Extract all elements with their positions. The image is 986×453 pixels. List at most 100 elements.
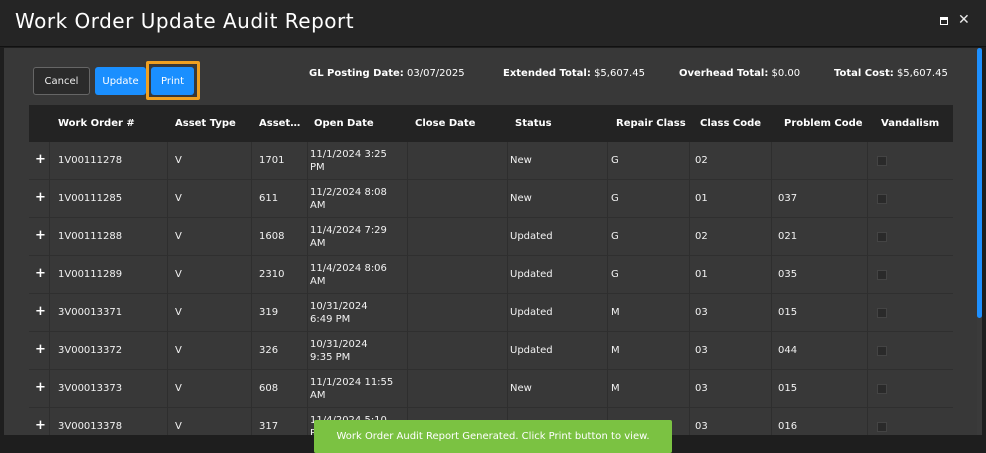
table-row[interactable]: +1V00111278 V 1701 New G 02 11/1/2024 3:25 PM [29, 142, 953, 180]
expand-row-icon[interactable]: + [35, 304, 46, 319]
column-divider [49, 142, 50, 180]
class-code-cell: 02 [695, 231, 708, 242]
column-divider [407, 142, 408, 180]
column-divider [507, 218, 508, 256]
vandalism-checkbox[interactable] [877, 194, 887, 204]
column-divider [307, 256, 308, 294]
column-divider [867, 218, 868, 256]
column-divider [251, 332, 252, 370]
table-row[interactable]: +3V00013372 V 326 Updated M 03 044 10/31/2024 9:… [29, 332, 953, 370]
column-divider [251, 370, 252, 408]
column-divider [689, 408, 690, 435]
status-cell: Updated [510, 307, 553, 318]
class-code-cell: 02 [695, 155, 708, 166]
column-divider [607, 294, 608, 332]
problem-code-cell: 015 [778, 307, 798, 318]
column-divider [689, 294, 690, 332]
asset-type-cell: V [175, 155, 182, 166]
column-divider [407, 180, 408, 218]
vandalism-checkbox[interactable] [877, 384, 887, 394]
total-cost-label: Total Cost: [834, 68, 894, 79]
repair-class-cell: G [611, 193, 619, 204]
class-code-cell: 03 [695, 421, 708, 432]
expand-row-icon[interactable]: + [35, 190, 46, 205]
column-divider [407, 294, 408, 332]
col-header-status[interactable]: Status [515, 118, 552, 129]
extended-total: Extended Total: $5,607.45 [503, 68, 645, 79]
print-button[interactable]: Print [151, 67, 194, 95]
column-divider [167, 370, 168, 408]
column-divider [307, 180, 308, 218]
toast-notification: Work Order Audit Report Generated. Click… [314, 420, 672, 453]
problem-code-cell: 016 [778, 421, 798, 432]
column-divider [771, 370, 772, 408]
column-divider [771, 332, 772, 370]
column-divider [251, 408, 252, 435]
table-row[interactable]: +1V00111285 V 611 New G 01 037 11/2/2024 8:08 AM [29, 180, 953, 218]
col-header-open-date[interactable]: Open Date [314, 118, 374, 129]
update-button[interactable]: Update [95, 67, 146, 95]
asset-type-cell: V [175, 231, 182, 242]
asset-cell: 611 [259, 193, 279, 204]
col-header-class-code[interactable]: Class Code [700, 118, 761, 129]
status-cell: Updated [510, 345, 553, 356]
column-divider [251, 294, 252, 332]
scrollbar-thumb[interactable] [977, 48, 982, 318]
col-header-repair-class[interactable]: Repair Class [616, 118, 686, 129]
vandalism-checkbox[interactable] [877, 270, 887, 280]
asset-cell: 1701 [259, 155, 285, 166]
maximize-icon[interactable] [940, 17, 948, 25]
open-date-cell: 10/31/2024 [310, 339, 368, 350]
class-code-cell: 03 [695, 345, 708, 356]
extended-total-value: $5,607.45 [594, 68, 645, 79]
open-date-cell: 10/31/2024 [310, 301, 368, 312]
col-header-asset[interactable]: Asset… [259, 118, 300, 129]
vandalism-checkbox[interactable] [877, 156, 887, 166]
column-divider [867, 332, 868, 370]
column-divider [307, 294, 308, 332]
table-row[interactable]: +3V00013373 V 608 New M 03 015 11/1/2024 11:55 A… [29, 370, 953, 408]
col-header-vandalism[interactable]: Vandalism [881, 118, 939, 129]
repair-class-cell: M [611, 383, 620, 394]
col-header-work-order[interactable]: Work Order # [58, 118, 135, 129]
audit-report-dialog: Work Order Update Audit Report ✕ Cancel … [0, 0, 986, 453]
problem-code-cell: 037 [778, 193, 798, 204]
vandalism-checkbox[interactable] [877, 422, 887, 432]
col-header-problem-code[interactable]: Problem Code [784, 118, 863, 129]
expand-row-icon[interactable]: + [35, 342, 46, 357]
table-row[interactable]: +3V00013371 V 319 Updated M 03 015 10/31/2024 6:… [29, 294, 953, 332]
overhead-total-value: $0.00 [771, 68, 801, 79]
asset-cell: 608 [259, 383, 279, 394]
overhead-total-label: Overhead Total: [679, 68, 769, 79]
column-divider [167, 294, 168, 332]
total-cost: Total Cost: $5,607.45 [834, 68, 948, 79]
work-order-cell: 3V00013378 [58, 421, 123, 432]
problem-code-cell: 035 [778, 269, 798, 280]
expand-row-icon[interactable]: + [35, 418, 46, 433]
status-cell: Updated [510, 231, 553, 242]
close-icon[interactable]: ✕ [958, 12, 970, 28]
open-time-cell: AM [310, 276, 326, 287]
expand-row-icon[interactable]: + [35, 266, 46, 281]
cancel-button[interactable]: Cancel [33, 67, 90, 95]
vandalism-checkbox[interactable] [877, 232, 887, 242]
col-header-close-date[interactable]: Close Date [415, 118, 475, 129]
col-header-asset-type[interactable]: Asset Type [175, 118, 236, 129]
vandalism-checkbox[interactable] [877, 308, 887, 318]
table-row[interactable]: +1V00111288 V 1608 Updated G 02 021 11/4/2024 7… [29, 218, 953, 256]
column-divider [407, 370, 408, 408]
vandalism-checkbox[interactable] [877, 346, 887, 356]
expand-row-icon[interactable]: + [35, 380, 46, 395]
column-divider [167, 218, 168, 256]
repair-class-cell: G [611, 155, 619, 166]
column-divider [49, 180, 50, 218]
work-order-cell: 1V00111289 [58, 269, 123, 280]
expand-row-icon[interactable]: + [35, 152, 46, 167]
expand-row-icon[interactable]: + [35, 228, 46, 243]
status-cell: New [510, 193, 532, 204]
status-cell: New [510, 155, 532, 166]
column-divider [867, 408, 868, 435]
column-divider [507, 294, 508, 332]
table-row[interactable]: +1V00111289 V 2310 Updated G 01 035 11/4/2024 8… [29, 256, 953, 294]
open-date-cell: 11/4/2024 8:06 [310, 263, 387, 274]
